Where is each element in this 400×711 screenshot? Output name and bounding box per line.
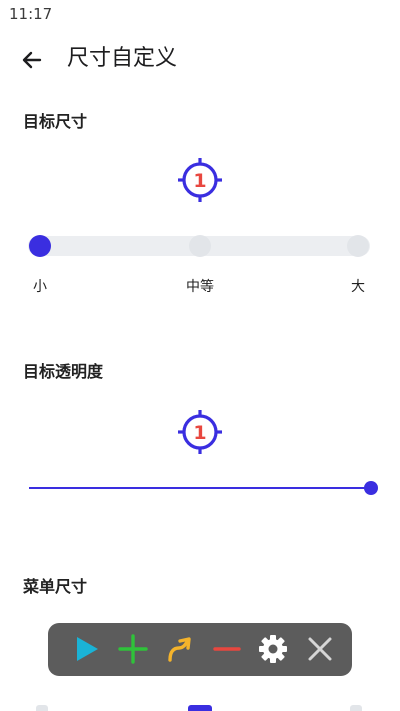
- target-opacity-thumb[interactable]: [364, 481, 378, 495]
- target-opacity-title: 目标透明度: [23, 362, 104, 381]
- play-button[interactable]: [70, 633, 102, 665]
- size-label-small: 小: [33, 279, 47, 295]
- menu-size-thumb-edge[interactable]: [188, 705, 212, 711]
- target-size-title: 目标尺寸: [23, 112, 88, 131]
- gear-icon: [259, 635, 287, 663]
- app-bar: 尺寸自定义: [0, 36, 400, 84]
- remove-target-button[interactable]: [211, 633, 243, 665]
- back-button[interactable]: [16, 44, 48, 76]
- target-opacity-slider[interactable]: [29, 487, 371, 489]
- menu-size-slider-edge: [350, 705, 362, 711]
- plus-icon: [118, 634, 148, 664]
- size-label-medium: 中等: [186, 279, 214, 295]
- minus-icon: [213, 647, 241, 651]
- menu-size-slider-edge: [36, 705, 48, 711]
- crosshair-target-icon: 1: [178, 410, 222, 454]
- target-size-preview: 1: [176, 156, 224, 204]
- crosshair-target-icon: 1: [178, 158, 222, 202]
- add-swipe-button[interactable]: [164, 633, 196, 665]
- menu-size-title: 菜单尺寸: [23, 577, 88, 596]
- size-stop-large[interactable]: [347, 235, 369, 257]
- settings-button[interactable]: [257, 633, 289, 665]
- arrow-left-icon: [22, 51, 42, 69]
- close-button[interactable]: [304, 633, 336, 665]
- size-stop-medium[interactable]: [189, 235, 211, 257]
- target-opacity-number: 1: [193, 422, 206, 444]
- add-target-button[interactable]: [117, 633, 149, 665]
- target-size-thumb[interactable]: [29, 235, 51, 257]
- page-title: 尺寸自定义: [67, 46, 178, 71]
- status-time: 11:17: [9, 5, 53, 23]
- close-icon: [308, 637, 332, 661]
- size-label-large: 大: [351, 279, 365, 295]
- floating-toolbar: [48, 623, 352, 676]
- target-opacity-preview: 1: [176, 408, 224, 456]
- swipe-arrow-icon: [168, 637, 191, 662]
- play-icon: [77, 637, 98, 661]
- target-size-number: 1: [193, 170, 206, 192]
- status-bar: 11:17: [0, 0, 400, 30]
